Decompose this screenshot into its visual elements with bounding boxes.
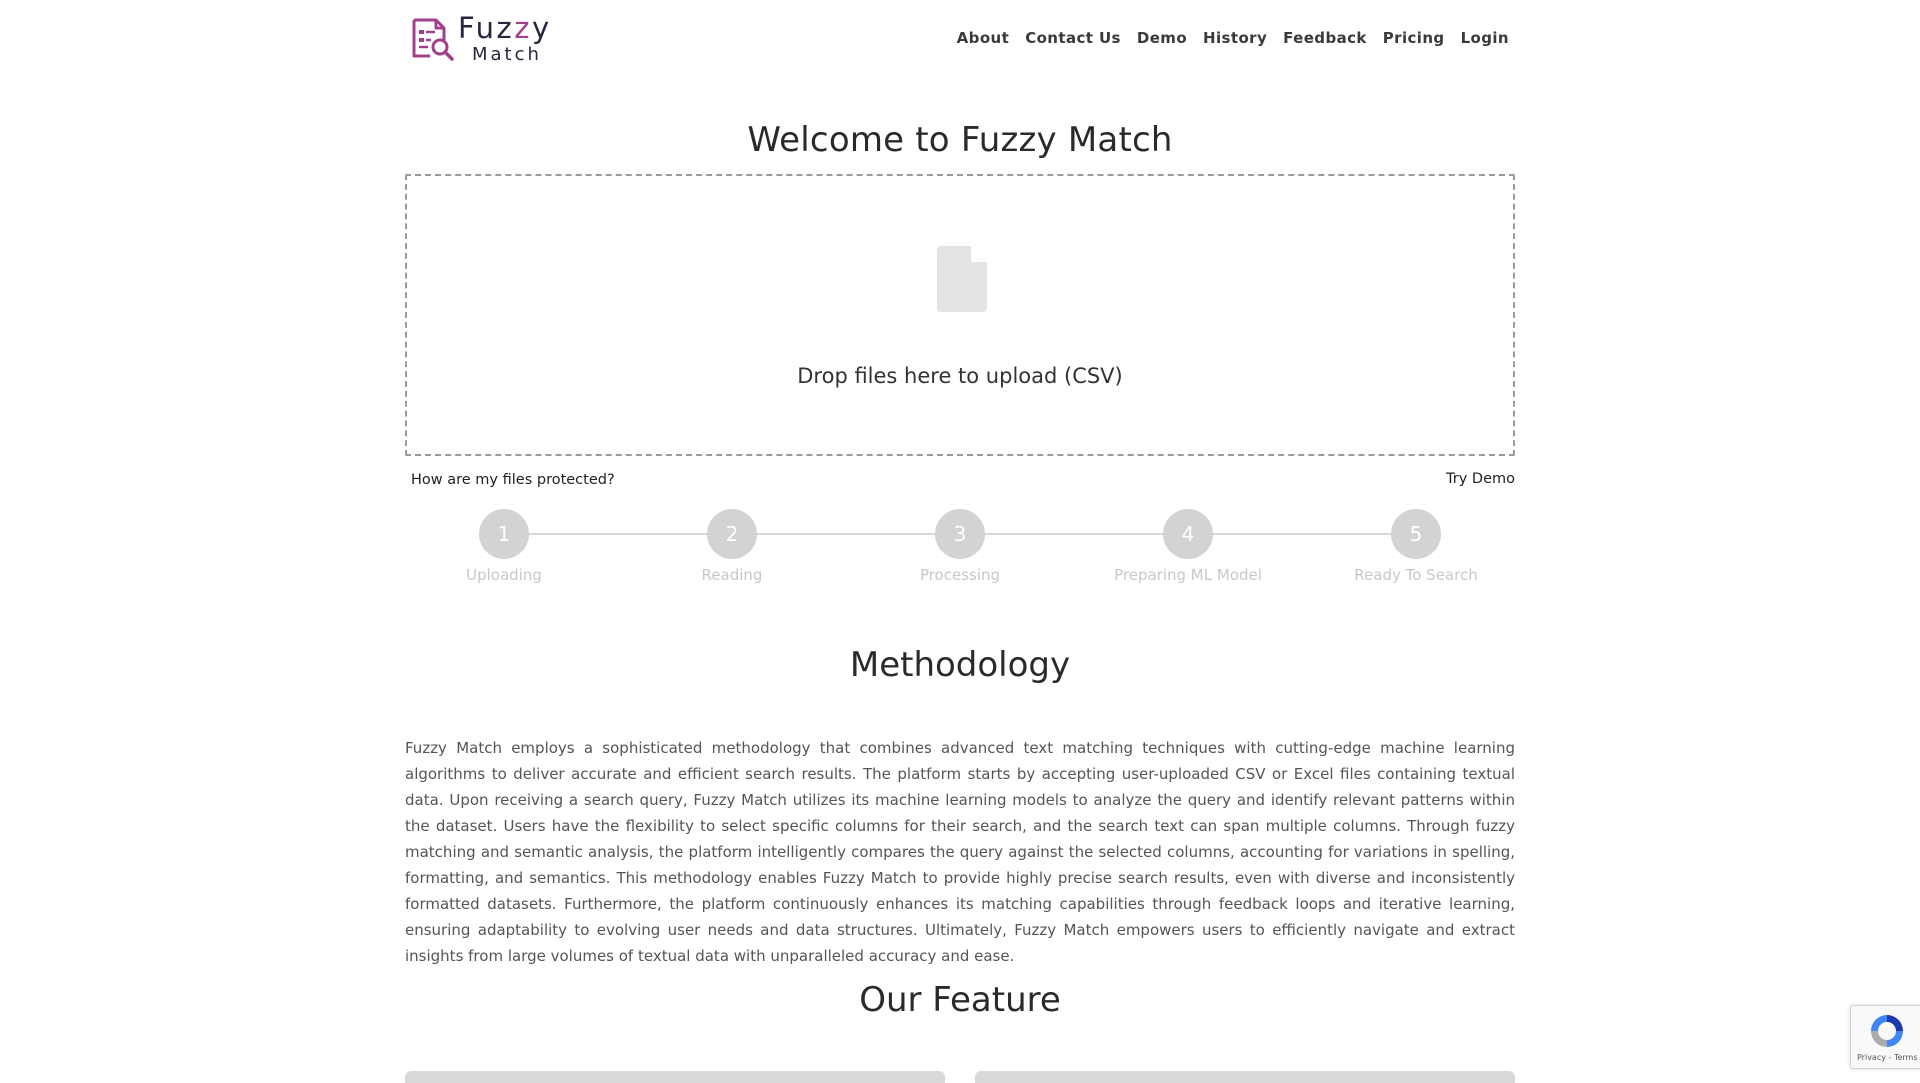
main-nav: About Contact Us Demo History Feedback P…: [957, 29, 1509, 47]
recaptcha-footer[interactable]: Privacy - Terms: [1857, 1053, 1918, 1062]
step-circle: 2: [707, 509, 757, 559]
step-label: Uploading: [466, 566, 542, 584]
file-dropzone[interactable]: Drop files here to upload (CSV): [405, 174, 1515, 456]
recaptcha-badge[interactable]: Privacy - Terms: [1850, 1005, 1920, 1069]
step-ready-to-search: 5 Ready To Search: [1326, 509, 1506, 584]
feature-card: [405, 1071, 945, 1083]
nav-about[interactable]: About: [957, 29, 1010, 47]
dropzone-text: Drop files here to upload (CSV): [797, 364, 1123, 388]
nav-history[interactable]: History: [1203, 29, 1267, 47]
step-label: Reading: [701, 566, 763, 584]
nav-contact-us[interactable]: Contact Us: [1025, 29, 1121, 47]
logo-match-text: Match: [472, 44, 542, 65]
nav-demo[interactable]: Demo: [1137, 29, 1187, 47]
logo[interactable]: Fuzzy Match: [408, 14, 552, 64]
step-circle: 5: [1391, 509, 1441, 559]
progress-stepper: 1 Uploading 2 Reading 3 Processing 4 Pre…: [405, 509, 1515, 589]
recaptcha-icon: [1871, 1015, 1903, 1047]
step-label: Preparing ML Model: [1114, 566, 1262, 584]
nav-login[interactable]: Login: [1461, 29, 1509, 47]
step-uploading: 1 Uploading: [414, 509, 594, 584]
file-icon: [937, 246, 987, 312]
step-reading: 2 Reading: [642, 509, 822, 584]
logo-fuzzy-text: Fuzzy: [458, 11, 552, 45]
try-demo-link[interactable]: Try Demo: [1446, 471, 1515, 487]
step-label: Processing: [919, 566, 1001, 584]
step-label: Ready To Search: [1354, 566, 1478, 584]
features-heading: Our Feature: [859, 980, 1061, 1020]
logo-document-search-icon: [412, 18, 454, 61]
step-circle: 1: [479, 509, 529, 559]
files-protection-link[interactable]: How are my files protected?: [411, 472, 615, 488]
nav-feedback[interactable]: Feedback: [1283, 29, 1367, 47]
page-title: Welcome to Fuzzy Match: [747, 120, 1173, 160]
step-circle: 4: [1163, 509, 1213, 559]
logo-wordmark: Fuzzy Match: [458, 14, 552, 64]
methodology-heading: Methodology: [849, 645, 1071, 685]
methodology-text: Fuzzy Match employs a sophisticated meth…: [405, 739, 1515, 965]
step-preparing-ml-model: 4 Preparing ML Model: [1098, 509, 1278, 584]
step-circle: 3: [935, 509, 985, 559]
step-processing: 3 Processing: [870, 509, 1050, 584]
nav-pricing[interactable]: Pricing: [1383, 29, 1445, 47]
feature-card: [975, 1071, 1515, 1083]
